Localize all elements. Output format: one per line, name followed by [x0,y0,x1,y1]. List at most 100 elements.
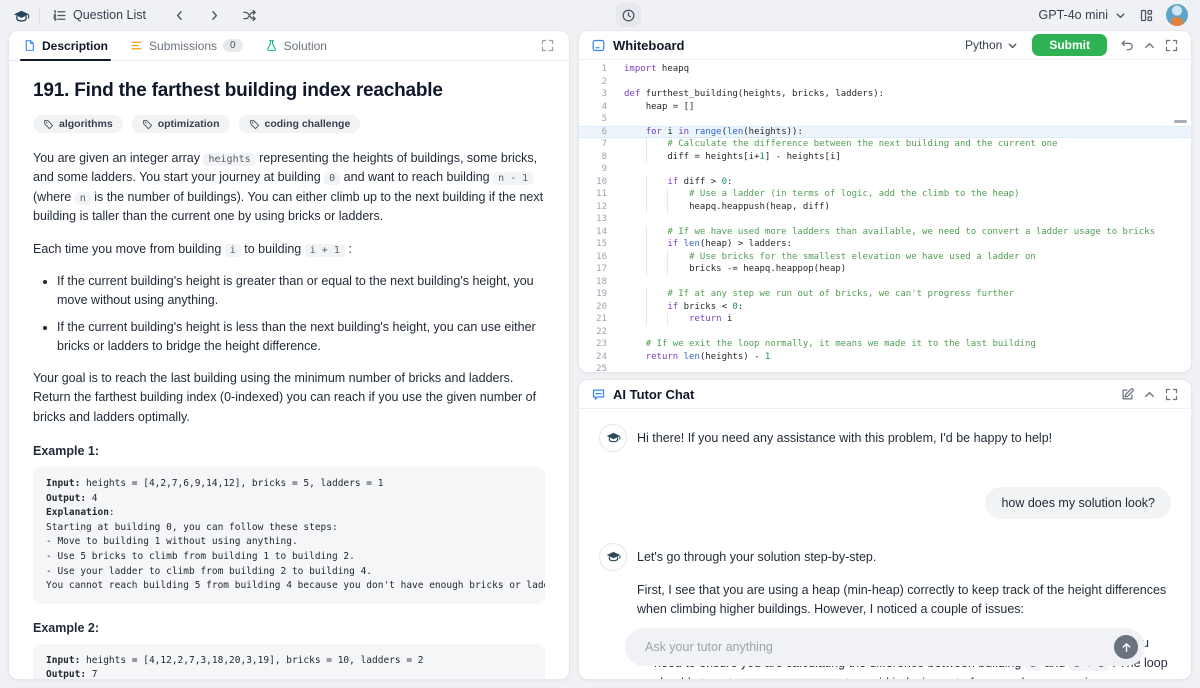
whiteboard-header: Whiteboard Python Submit [579,31,1191,60]
layout-icon [1139,8,1154,23]
code-line: 5 [579,113,1191,126]
topbar: Question List [0,0,1200,30]
inline-code: i + 1 [305,244,345,257]
submissions-list-icon [130,39,143,52]
inline-code: i [225,244,241,257]
collapse-icon[interactable] [1142,38,1157,53]
chevron-left-icon [172,8,187,23]
code-line: 11 # Use a ladder (in terms of logic, ad… [579,188,1191,201]
model-label: GPT-4o mini [1039,8,1108,22]
shuffle-button[interactable] [242,8,257,23]
fullscreen-icon[interactable] [1164,387,1179,402]
code-line: 10 if diff > 0: [579,176,1191,189]
numbered-list-icon [52,8,67,23]
example-label: Example 1: [33,444,545,458]
line-number: 12 [579,201,607,214]
tab-solution-label: Solution [284,39,327,53]
chevron-right-icon [207,8,222,23]
message-content: Hi there! If you need any assistance wit… [637,424,1171,461]
problem-content: 191. Find the farthest building index re… [9,61,569,679]
chat-bubble-icon [591,387,606,402]
fullscreen-icon[interactable] [1164,38,1179,53]
line-number: 2 [579,76,607,89]
model-selector[interactable]: GPT-4o mini [1039,8,1127,22]
topbar-divider [39,7,40,23]
example-block: Input: heights = [4,12,2,7,3,18,20,3,19]… [33,644,545,679]
send-button[interactable] [1114,635,1138,659]
tag-icon [43,119,54,130]
compose-icon[interactable] [1120,387,1135,402]
line-number: 3 [579,88,607,101]
chat-message-user: how does my solution look? [599,487,1171,519]
layout-button[interactable] [1139,8,1154,23]
code-line: 18 [579,276,1191,289]
question-list-label: Question List [73,8,146,22]
prev-question-button[interactable] [172,8,187,23]
code-line: 15 if len(heap) > ladders: [579,238,1191,251]
code-editor[interactable]: 1import heapq23def furthest_building(hei… [579,60,1191,372]
chat-input[interactable] [643,639,1105,655]
document-icon [23,39,36,52]
timer-icon [621,8,636,23]
tab-submissions-label: Submissions [149,39,217,53]
code-line: 16 # Use bricks for the smallest elevati… [579,251,1191,264]
tab-submissions[interactable]: Submissions 0 [130,31,243,60]
undo-icon[interactable] [1120,38,1135,53]
code-line: 9 [579,163,1191,176]
line-number: 4 [579,101,607,114]
code-line: 14 # If we have used more ladders than a… [579,226,1191,239]
user-avatar[interactable] [1166,4,1188,26]
code-line: 23 # If we exit the loop normally, it me… [579,338,1191,351]
line-number: 18 [579,276,607,289]
bullet-item: If the current building's height is grea… [57,272,545,310]
language-selector[interactable]: Python [965,38,1019,52]
chevron-down-icon [1114,9,1127,22]
line-number: 25 [579,363,607,372]
code-line: 22 [579,326,1191,339]
next-question-button[interactable] [207,8,222,23]
code-line: 21 return i [579,313,1191,326]
code-line: 17 bricks -= heapq.heappop(heap) [579,263,1191,276]
problem-title: 191. Find the farthest building index re… [33,80,545,102]
question-list-button[interactable]: Question List [52,8,146,23]
tutor-avatar [599,543,627,571]
code-line: 1import heapq [579,63,1191,76]
submit-button[interactable]: Submit [1032,34,1107,56]
send-arrow-up-icon [1120,641,1133,654]
inline-code: 0 [324,172,340,185]
paragraph: You are given an integer array heights r… [33,149,545,227]
app-logo[interactable] [12,8,27,23]
line-number: 9 [579,163,607,176]
line-number: 6 [579,126,607,139]
code-line: 13 [579,213,1191,226]
chat-title: AI Tutor Chat [613,387,694,402]
tag-icon [249,119,260,130]
whiteboard-icon [591,38,606,53]
examples-section: Example 1:Input: heights = [4,2,7,6,9,14… [33,444,545,679]
whiteboard-panel: Whiteboard Python Submit [578,30,1192,373]
tag-pill: algorithms [33,115,123,133]
code-line: 4 heap = [] [579,101,1191,114]
main-area: Description Submissions 0 Solution [8,30,1192,680]
code-line: 24 return len(heights) - 1 [579,351,1191,364]
editor-scrollbar-thumb[interactable] [1174,120,1187,123]
fullscreen-icon[interactable] [540,38,555,53]
problem-tabbar: Description Submissions 0 Solution [9,31,569,61]
code-lines: 1import heapq23def furthest_building(hei… [579,63,1191,372]
line-number: 20 [579,301,607,314]
line-number: 16 [579,251,607,264]
tab-description[interactable]: Description [23,31,108,60]
timer-button[interactable] [616,3,641,27]
collapse-icon[interactable] [1142,387,1157,402]
right-column: Whiteboard Python Submit [578,30,1192,680]
topbar-left: Question List [12,7,257,23]
code-line: 6 for i in range(len(heights)): [579,126,1191,139]
tab-solution[interactable]: Solution [265,31,327,60]
chat-input-bar [625,628,1145,666]
chat-body: Hi there! If you need any assistance wit… [579,409,1191,679]
line-number: 7 [579,138,607,151]
whiteboard-title: Whiteboard [613,38,685,53]
code-line: 7 # Calculate the difference between the… [579,138,1191,151]
line-number: 15 [579,238,607,251]
code-line: 12 heapq.heappush(heap, diff) [579,201,1191,214]
